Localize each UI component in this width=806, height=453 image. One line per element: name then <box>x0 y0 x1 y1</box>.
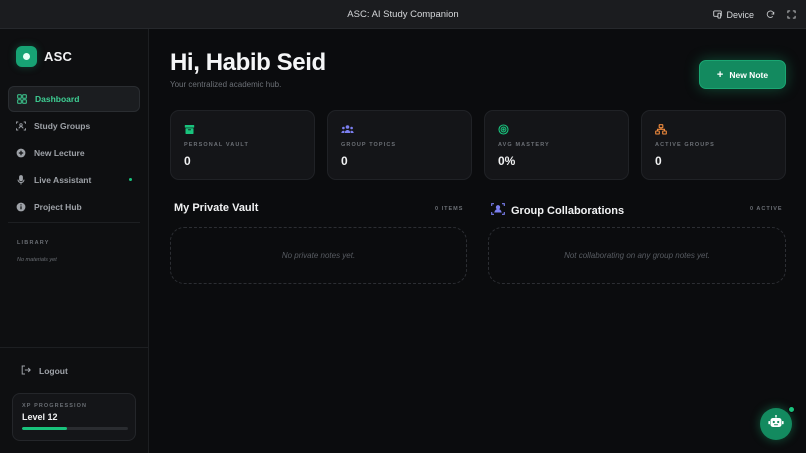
sidebar-item-project-hub[interactable]: Project Hub <box>8 194 140 220</box>
collab-title: Group Collaborations <box>511 205 625 217</box>
stat-value: 0 <box>184 154 191 168</box>
device-toggle[interactable]: Device <box>713 10 754 20</box>
vault-empty-state: No private notes yet. <box>170 227 467 284</box>
sidebar-item-label: New Lecture <box>34 148 85 158</box>
new-note-button[interactable]: + New Note <box>699 60 786 89</box>
stats-row: PERSONAL VAULT 0 GROUP TOPICS 0 AVG MAST… <box>170 110 786 180</box>
stat-card-active-groups: ACTIVE GROUPS 0 <box>641 110 786 180</box>
stat-label: ACTIVE GROUPS <box>655 142 715 148</box>
sidebar-item-live-assistant[interactable]: Live Assistant <box>8 167 140 193</box>
target-icon <box>498 122 509 139</box>
brand[interactable]: ASC <box>16 46 72 67</box>
logout-label: Logout <box>39 366 68 376</box>
vault-title: My Private Vault <box>174 202 259 214</box>
network-icon <box>655 122 667 139</box>
library-title: LIBRARY <box>17 240 50 246</box>
fullscreen-icon[interactable] <box>787 10 796 19</box>
stat-value: 0 <box>655 154 662 168</box>
brand-name: ASC <box>44 49 73 64</box>
stat-value: 0 <box>341 154 348 168</box>
xp-progress-bar <box>22 427 128 430</box>
notification-badge <box>788 406 795 413</box>
sidebar-item-new-lecture[interactable]: New Lecture <box>8 140 140 166</box>
sidebar-item-dashboard[interactable]: Dashboard <box>8 86 140 112</box>
users-icon <box>341 122 354 139</box>
window-title: ASC: AI Study Companion <box>347 8 459 20</box>
xp-progress-card: XP PROGRESSION Level 12 <box>12 393 136 441</box>
stat-card-avg-mastery: AVG MASTERY 0% <box>484 110 629 180</box>
xp-level: Level 12 <box>22 412 58 422</box>
logout-button[interactable]: Logout <box>21 365 68 377</box>
microphone-icon <box>16 175 26 185</box>
library-empty-text: No materials yet <box>17 257 57 263</box>
info-circle-icon <box>16 202 26 212</box>
sidebar: ASC Dashboard Study Groups New Lecture L… <box>0 29 149 453</box>
divider <box>8 222 140 223</box>
logout-icon <box>21 365 31 377</box>
xp-label: XP PROGRESSION <box>22 403 88 409</box>
main-content: Hi, Habib Seid Your centralized academic… <box>150 29 806 453</box>
assistant-fab-button[interactable] <box>760 406 795 440</box>
sidebar-item-label: Project Hub <box>34 202 82 212</box>
sidebar-item-label: Live Assistant <box>34 175 92 185</box>
new-note-label: New Note <box>729 69 769 80</box>
brand-logo-icon <box>16 46 37 67</box>
group-scan-icon <box>16 121 26 131</box>
sidebar-nav: Dashboard Study Groups New Lecture Live … <box>8 86 140 221</box>
archive-icon <box>184 122 195 139</box>
vault-section-header: My Private Vault <box>174 202 258 214</box>
collab-section-header: Group Collaborations <box>491 202 624 220</box>
refresh-icon[interactable] <box>766 10 775 19</box>
plus-circle-icon <box>16 148 26 158</box>
device-label: Device <box>726 9 754 20</box>
stat-label: PERSONAL VAULT <box>184 142 249 148</box>
stat-card-group-topics: GROUP TOPICS 0 <box>327 110 472 180</box>
collab-count: 0 ACTIVE <box>750 206 783 212</box>
vault-count: 0 ITEMS <box>435 206 464 212</box>
page-subtitle: Your centralized academic hub. <box>170 80 282 89</box>
collab-empty-state: Not collaborating on any group notes yet… <box>488 227 786 284</box>
sidebar-item-label: Study Groups <box>34 121 91 131</box>
divider <box>0 347 149 348</box>
sidebar-item-label: Dashboard <box>35 94 80 104</box>
plus-icon: + <box>716 68 724 81</box>
sidebar-item-study-groups[interactable]: Study Groups <box>8 113 140 139</box>
robot-icon <box>768 414 784 434</box>
group-scan-icon <box>491 202 505 220</box>
stat-card-personal-vault: PERSONAL VAULT 0 <box>170 110 315 180</box>
xp-progress-fill <box>22 427 67 430</box>
device-icon <box>713 10 723 19</box>
stat-label: AVG MASTERY <box>498 142 550 148</box>
live-indicator <box>129 178 132 181</box>
window-title-bar: ASC: AI Study Companion Device <box>0 0 806 29</box>
stat-value: 0% <box>498 154 516 168</box>
stat-label: GROUP TOPICS <box>341 142 397 148</box>
grid-icon <box>17 94 27 104</box>
page-title: Hi, Habib Seid <box>170 49 326 76</box>
